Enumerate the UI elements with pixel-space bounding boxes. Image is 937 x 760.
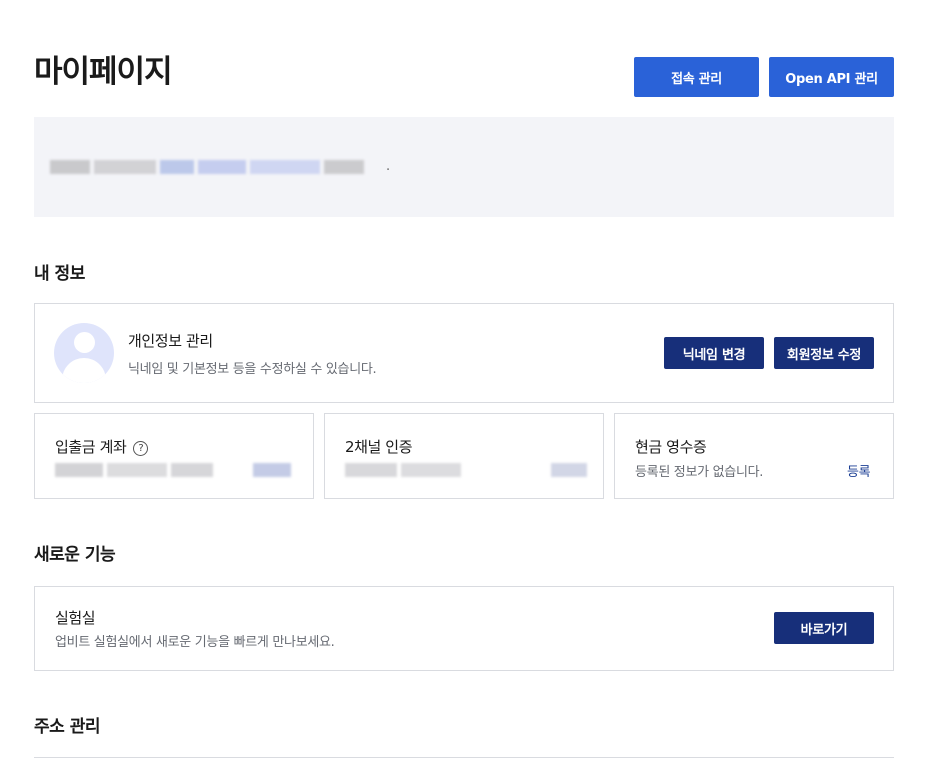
- profile-card: 개인정보 관리 닉네임 및 기본정보 등을 수정하실 수 있습니다. 닉네임 변…: [34, 303, 894, 403]
- edit-member-info-button[interactable]: 회원정보 수정: [774, 337, 874, 369]
- lab-card: 실험실 업비트 실험실에서 새로운 기능을 빠르게 만나보세요. 바로가기: [34, 586, 894, 671]
- lab-card-desc: 업비트 실험실에서 새로운 기능을 빠르게 만나보세요.: [55, 635, 335, 650]
- redacted-account-bank: [253, 460, 295, 480]
- access-management-button[interactable]: 접속 관리: [634, 57, 759, 97]
- deposit-account-card: 입출금 계좌?: [34, 413, 314, 499]
- new-features-heading: 새로운 기능: [34, 545, 116, 565]
- cash-receipt-register-link[interactable]: 등록: [847, 461, 871, 480]
- two-factor-auth-card: 2채널 인증: [324, 413, 604, 499]
- cash-receipt-title: 현금 영수증: [635, 438, 707, 456]
- go-to-lab-button[interactable]: 바로가기: [774, 612, 874, 644]
- lab-card-title: 실험실: [55, 609, 96, 627]
- my-info-heading: 내 정보: [34, 264, 85, 284]
- notice-banner: .: [34, 117, 894, 217]
- notice-end-punct: .: [386, 159, 391, 174]
- redacted-auth-status: [345, 460, 465, 480]
- redacted-auth-action: [551, 460, 591, 480]
- open-api-management-button[interactable]: Open API 관리: [769, 57, 894, 97]
- address-management-heading: 주소 관리: [34, 717, 100, 737]
- redacted-notice-text: [50, 157, 368, 177]
- question-circle-icon[interactable]: ?: [133, 441, 149, 456]
- profile-card-desc: 닉네임 및 기본정보 등을 수정하실 수 있습니다.: [128, 362, 377, 377]
- two-factor-auth-title: 2채널 인증: [345, 438, 413, 456]
- deposit-account-title-row: 입출금 계좌?: [55, 436, 149, 457]
- change-nickname-button[interactable]: 닉네임 변경: [664, 337, 764, 369]
- page-title: 마이페이지: [34, 54, 173, 90]
- cash-receipt-desc: 등록된 정보가 없습니다.: [635, 465, 764, 480]
- profile-card-title: 개인정보 관리: [128, 332, 213, 350]
- redacted-account-number: [55, 460, 217, 480]
- cash-receipt-card: 현금 영수증 등록된 정보가 없습니다. 등록: [614, 413, 894, 499]
- section-divider: [34, 757, 894, 758]
- deposit-account-title: 입출금 계좌: [55, 438, 127, 456]
- default-user-avatar-icon: [54, 323, 114, 383]
